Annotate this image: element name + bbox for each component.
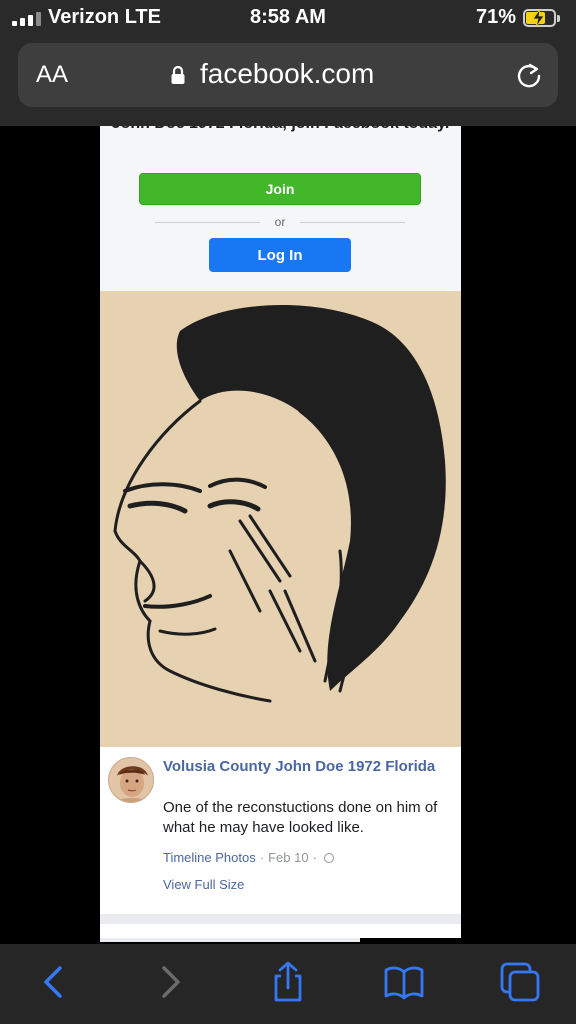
web-page: John Doe 1972 Florida, join Facebook tod… bbox=[100, 126, 461, 938]
login-button[interactable]: Log In bbox=[209, 238, 351, 272]
url-domain[interactable]: facebook.com bbox=[200, 58, 374, 90]
sketch-portrait-image bbox=[100, 291, 461, 747]
address-bar[interactable]: AA facebook.com bbox=[18, 43, 558, 107]
battery-percent: 71% bbox=[475, 6, 516, 28]
battery-cap bbox=[557, 15, 560, 22]
bookmarks-icon[interactable] bbox=[382, 960, 426, 1004]
signup-prompt: John Doe 1972 Florida, join Facebook tod… bbox=[100, 126, 461, 136]
meta-separator: · bbox=[312, 850, 317, 865]
status-bar: Verizon LTE 8:58 AM 71% bbox=[0, 0, 576, 38]
album-link[interactable]: Timeline Photos bbox=[163, 850, 256, 865]
forward-icon[interactable] bbox=[148, 960, 192, 1004]
avatar[interactable] bbox=[108, 757, 154, 803]
join-button[interactable]: Join bbox=[139, 173, 421, 205]
lock-icon bbox=[171, 65, 185, 84]
page-name-link[interactable]: Volusia County John Doe 1972 Florida bbox=[163, 757, 448, 777]
or-divider: or bbox=[155, 215, 405, 229]
share-icon[interactable] bbox=[266, 960, 310, 1004]
signup-banner: John Doe 1972 Florida, join Facebook tod… bbox=[100, 126, 461, 291]
charging-bolt-icon bbox=[532, 8, 545, 28]
divider-line bbox=[300, 222, 405, 223]
post-photo[interactable] bbox=[100, 291, 461, 747]
view-full-size-link[interactable]: View Full Size bbox=[163, 877, 244, 892]
text-size-button[interactable]: AA bbox=[36, 61, 68, 89]
post-meta: Timeline Photos · Feb 10 · bbox=[163, 850, 334, 865]
reload-icon[interactable] bbox=[514, 61, 544, 91]
section-divider bbox=[100, 914, 461, 924]
globe-icon bbox=[323, 852, 334, 863]
post-text: One of the reconstuctions done on him of… bbox=[163, 799, 438, 836]
scroll-indicator bbox=[100, 938, 360, 942]
post-caption: Volusia County John Doe 1972 Florida One… bbox=[100, 747, 461, 917]
profile-picture bbox=[109, 758, 153, 802]
meta-separator: · bbox=[259, 850, 265, 865]
browser-toolbar bbox=[0, 944, 576, 1024]
browser-top-bar: AA facebook.com bbox=[0, 38, 576, 126]
back-icon[interactable] bbox=[32, 960, 76, 1004]
tabs-icon[interactable] bbox=[498, 960, 542, 1004]
post-date[interactable]: Feb 10 bbox=[268, 850, 308, 865]
